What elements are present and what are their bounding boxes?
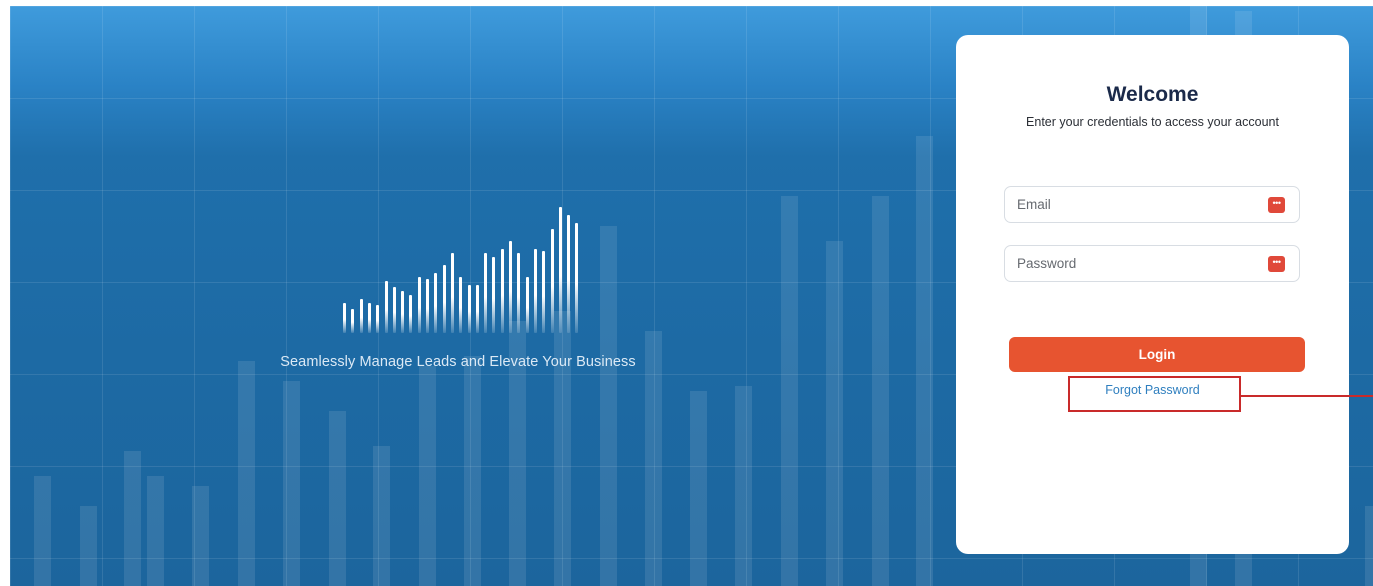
background-bar — [283, 381, 300, 586]
logo-bar — [517, 253, 521, 333]
background-bar — [124, 451, 141, 586]
background-bar — [373, 446, 390, 586]
password-field[interactable] — [1017, 246, 1257, 281]
logo-bar — [525, 277, 529, 333]
logo-bar — [558, 207, 562, 333]
logo-bar — [492, 257, 496, 333]
annotation-highlight-box — [1068, 376, 1241, 412]
background-bar — [554, 311, 571, 586]
background-bar — [147, 476, 164, 586]
logo-bar — [401, 291, 405, 333]
background-bar — [419, 366, 436, 586]
logo-bar — [367, 303, 371, 333]
logo-bar — [343, 303, 346, 333]
logo-bar — [442, 265, 446, 333]
background-bar — [329, 411, 346, 586]
login-subtitle: Enter your credentials to access your ac… — [1026, 115, 1279, 129]
logo-bar — [542, 251, 546, 333]
logo-bar — [417, 277, 421, 333]
background-bar — [192, 486, 209, 586]
background-bar — [781, 196, 798, 586]
logo-bar — [509, 241, 512, 333]
login-title: Welcome — [1106, 83, 1199, 106]
hero-tagline: Seamlessly Manage Leads and Elevate Your… — [280, 354, 636, 370]
login-card: Welcome Enter your credentials to access… — [956, 35, 1349, 554]
logo-bar — [376, 305, 380, 333]
email-field[interactable] — [1017, 187, 1257, 222]
background-bar — [34, 476, 51, 586]
logo-bar — [484, 253, 488, 333]
background-bar — [872, 196, 889, 586]
logo-bar — [450, 253, 454, 333]
logo-bar — [459, 277, 463, 333]
logo-bar — [475, 285, 479, 333]
background-bar — [238, 361, 255, 586]
background-bar — [464, 356, 481, 586]
annotation-pointer-line — [1241, 395, 1373, 397]
password-manager-icon[interactable]: ••• — [1268, 256, 1285, 272]
logo-bar — [409, 295, 413, 333]
background-bar — [690, 391, 707, 586]
logo-bar — [567, 215, 571, 333]
background-bar — [735, 386, 752, 586]
logo-bar — [467, 285, 471, 333]
logo-bar — [550, 229, 554, 333]
logo-bar — [392, 287, 396, 333]
logo-bar — [384, 281, 388, 333]
logo-bar — [426, 279, 429, 333]
logo-bar — [575, 223, 579, 333]
app-logo — [330, 205, 579, 333]
background-bar — [80, 506, 97, 586]
logo-bar — [434, 273, 438, 333]
logo-bar — [351, 309, 355, 333]
login-button[interactable]: Login — [1009, 337, 1305, 372]
background-bar — [600, 226, 617, 586]
password-field-wrapper: ••• — [1004, 245, 1300, 282]
logo-bar — [500, 249, 504, 333]
password-manager-icon[interactable]: ••• — [1268, 197, 1285, 213]
email-field-wrapper: ••• — [1004, 186, 1300, 223]
background-bar — [916, 136, 933, 586]
logo-bar — [359, 299, 363, 333]
background-bar — [826, 241, 843, 586]
background-bar — [1365, 506, 1373, 586]
logo-bar — [533, 249, 537, 333]
